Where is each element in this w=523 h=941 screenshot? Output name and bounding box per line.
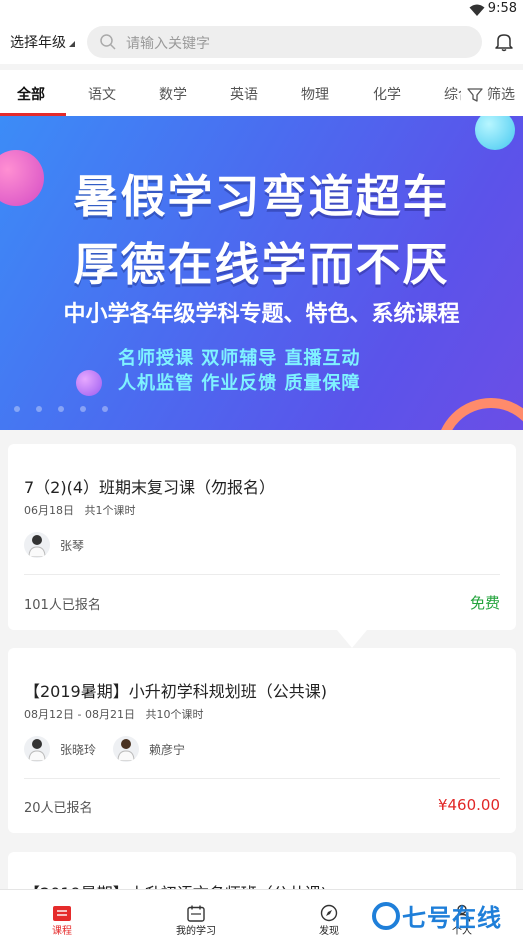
course-lessons: 共1个课时	[84, 504, 136, 517]
banner-headline-1: 暑假学习弯道超车	[73, 170, 450, 223]
status-bar: 9:58	[0, 0, 523, 20]
watermark-logo-icon	[372, 902, 400, 930]
course-title: 【2019暑期】小升初学科规划班（公共课)	[24, 682, 327, 701]
top-bar: 选择年级 请输入关键字	[0, 20, 523, 64]
teacher-name: 赖彦宁	[149, 742, 186, 757]
banner-features-row-1: 名师授课 双师辅导 直播互动	[118, 348, 361, 369]
nav-discover[interactable]: 发现	[299, 900, 359, 937]
grade-selector-label: 选择年级	[10, 35, 66, 51]
course-date: 08月12日 - 08月21日	[24, 708, 135, 721]
teacher-name: 张琴	[60, 538, 85, 553]
filter-icon	[467, 87, 487, 103]
course-card[interactable]: 【2019暑期】小升初学科规划班（公共课) 08月12日 - 08月21日 共1…	[8, 648, 516, 833]
tab-chinese[interactable]: 语文	[88, 84, 116, 104]
course-price: 免费	[469, 594, 500, 612]
card-notch	[337, 630, 367, 648]
banner-features-row-2: 人机监管 作业反馈 质量保障	[118, 373, 361, 394]
search-input[interactable]: 请输入关键字	[87, 26, 482, 58]
avatar	[24, 532, 50, 558]
teacher: 张晓玲	[24, 736, 96, 762]
filter-button[interactable]: 筛选	[461, 84, 515, 104]
teacher-name: 张晓玲	[60, 742, 97, 757]
nav-discover-label: 发现	[319, 926, 339, 937]
course-title: 7（2)(4）班期末复习课（勿报名）	[24, 478, 276, 497]
teacher: 张琴	[24, 532, 84, 558]
decor-bubble	[475, 116, 515, 150]
course-schedule: 08月12日 - 08月21日 共10个课时	[24, 706, 203, 722]
course-icon	[32, 900, 92, 922]
dropdown-triangle-icon	[69, 41, 75, 47]
decor-ring	[436, 398, 523, 430]
tab-physics[interactable]: 物理	[301, 84, 329, 104]
notification-bell-icon[interactable]	[495, 32, 513, 56]
watermark-text: 七号在线	[402, 904, 502, 932]
course-date: 06月18日	[24, 504, 74, 517]
avatar	[113, 736, 139, 762]
nav-courses[interactable]: 课程	[32, 900, 92, 937]
wifi-icon	[469, 2, 485, 21]
tab-math[interactable]: 数学	[159, 84, 187, 104]
banner-headline-2: 厚德在线学而不厌	[73, 238, 450, 291]
search-icon	[99, 33, 117, 55]
tab-all[interactable]: 全部	[17, 84, 45, 104]
enrollment-count: 101人已报名	[24, 598, 101, 613]
enrollment-count: 20人已报名	[24, 801, 93, 816]
nav-my-study-label: 我的学习	[176, 926, 216, 937]
banner-subtitle: 中小学各年级学科专题、特色、系统课程	[63, 302, 460, 327]
grade-selector[interactable]: 选择年级	[10, 32, 75, 52]
promo-banner[interactable]: 暑假学习弯道超车 厚德在线学而不厌 中小学各年级学科专题、特色、系统课程 名师授…	[0, 116, 523, 430]
divider	[24, 778, 500, 779]
filter-label: 筛选	[487, 87, 515, 103]
divider	[24, 574, 500, 575]
nav-my-study[interactable]: 我的学习	[166, 900, 226, 937]
status-time: 9:58	[487, 1, 517, 16]
course-schedule: 06月18日 共1个课时	[24, 502, 136, 518]
course-price: ¥460.00	[437, 796, 500, 814]
subject-tabs: 全部 语文 数学 英语 物理 化学 综合 筛选	[0, 70, 523, 116]
course-card[interactable]: 7（2)(4）班期末复习课（勿报名） 06月18日 共1个课时 张琴 101人已…	[8, 444, 516, 630]
avatar	[24, 736, 50, 762]
tab-chemistry[interactable]: 化学	[373, 84, 401, 104]
compass-icon	[299, 900, 359, 922]
course-lessons: 共10个课时	[145, 708, 204, 721]
decor-bubble	[76, 370, 102, 396]
search-placeholder: 请输入关键字	[126, 36, 210, 52]
tab-english[interactable]: 英语	[230, 84, 258, 104]
site-watermark: 七号在线	[372, 898, 502, 933]
calendar-icon	[166, 900, 226, 922]
teacher: 赖彦宁	[113, 736, 185, 762]
nav-courses-label: 课程	[52, 926, 72, 937]
